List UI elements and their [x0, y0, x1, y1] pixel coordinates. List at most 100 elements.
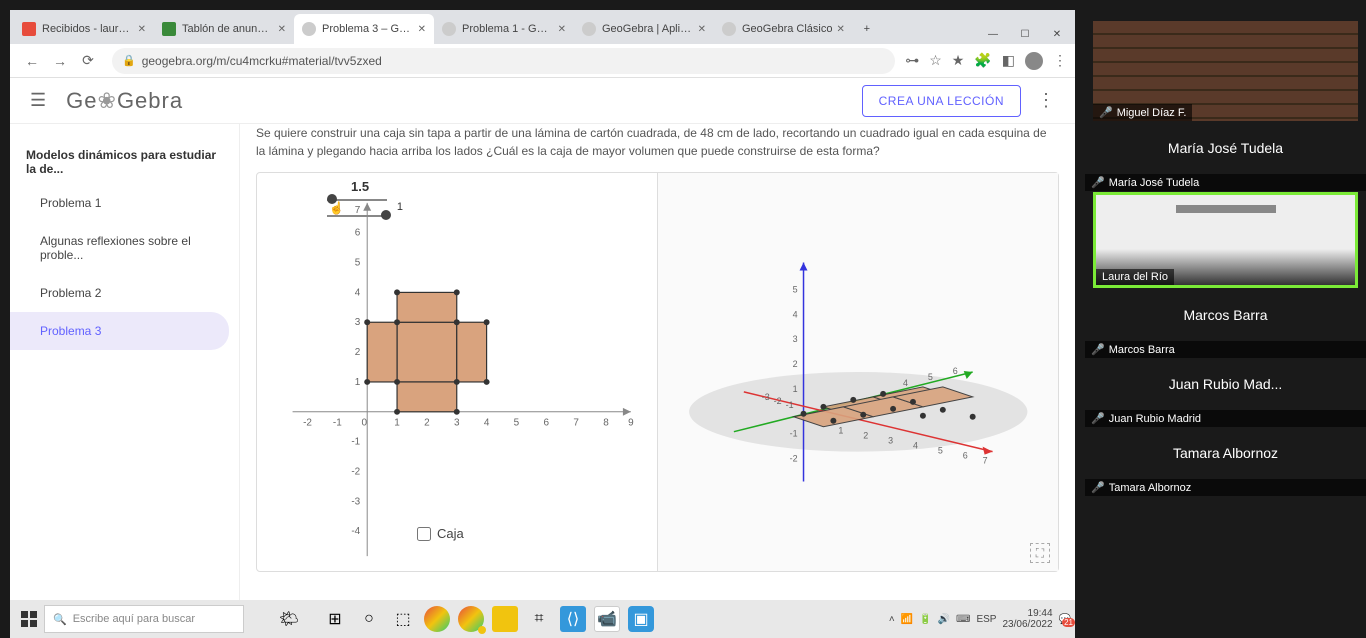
cortana-icon[interactable]: ○ — [356, 606, 382, 632]
sidebar-item-problema-3[interactable]: Problema 3 — [10, 312, 229, 350]
svg-text:5: 5 — [514, 418, 520, 429]
canvas-3d-view[interactable]: 543 21 -1-2 — [658, 173, 1059, 571]
svg-text:-3: -3 — [351, 496, 360, 507]
plot-2d-svg: -2-10 123 456 789 123 4567 — [257, 173, 657, 571]
video-conference-panel: 🎤Miguel Díaz F. María José Tudela 🎤María… — [1085, 0, 1366, 638]
participant-name-maria: María José Tudela — [1085, 122, 1366, 174]
svg-text:-3: -3 — [761, 392, 769, 402]
reload-button[interactable]: ⟳ — [76, 49, 100, 73]
slider-handle[interactable] — [381, 210, 391, 220]
tray-chevron-icon[interactable]: ˄ — [889, 614, 895, 625]
windows-taskbar: 🔍 Escribe aquí para buscar 🌤 ⊞ ○ ⬚ ⌗ ⟨⟩ … — [10, 600, 1075, 638]
tab-problema-3[interactable]: Problema 3 – GeoGeb✕ — [294, 14, 434, 44]
tray-lang[interactable]: ESP — [976, 614, 996, 625]
svg-text:5: 5 — [355, 258, 361, 269]
slider-2[interactable] — [327, 215, 387, 217]
bookmark-icon[interactable]: ☆ — [929, 52, 942, 69]
svg-text:7: 7 — [573, 418, 579, 429]
close-icon[interactable]: ✕ — [698, 24, 706, 35]
close-icon[interactable]: ✕ — [138, 24, 146, 35]
slack-icon[interactable]: ⌗ — [526, 606, 552, 632]
tab-classroom[interactable]: Tablón de anuncios de✕ — [154, 14, 294, 44]
screenshare-icon[interactable]: ⬚ — [390, 606, 416, 632]
zoom-icon[interactable]: ▣ — [628, 606, 654, 632]
slider-1[interactable]: 1 ☝ — [327, 199, 387, 201]
svg-text:1: 1 — [394, 418, 400, 429]
sidebar: Modelos dinámicos para estudiar la de...… — [10, 124, 240, 600]
tab-geogebra-classic[interactable]: GeoGebra Clásico✕ — [714, 14, 853, 44]
create-lesson-button[interactable]: CREA UNA LECCIÓN — [862, 85, 1021, 117]
participant-name-marcos: Marcos Barra — [1085, 289, 1366, 341]
tray-notification-icon[interactable]: 💬21 — [1059, 614, 1071, 625]
sidebar-item-reflexiones[interactable]: Algunas reflexiones sobre el proble... — [10, 222, 239, 274]
new-tab-button[interactable]: + — [853, 14, 881, 44]
panel-icon[interactable]: ◧ — [1002, 52, 1015, 69]
plot-3d-svg: 543 21 -1-2 — [658, 173, 1059, 571]
svg-text:6: 6 — [962, 451, 967, 461]
key-icon[interactable]: ⊶ — [905, 52, 919, 69]
svg-text:2: 2 — [355, 347, 361, 358]
tab-gmail[interactable]: Recibidos - laura.delr✕ — [14, 14, 154, 44]
explorer-icon[interactable] — [492, 606, 518, 632]
chrome-icon[interactable] — [424, 606, 450, 632]
close-icon[interactable]: ✕ — [558, 24, 566, 35]
svg-text:3: 3 — [355, 317, 361, 328]
url-input[interactable]: 🔒 geogebra.org/m/cu4mcrku#material/tvv5z… — [112, 48, 895, 74]
tray-wifi-icon[interactable]: 📶 — [901, 614, 913, 625]
canvas-2d-view[interactable]: 1.5 1 ☝ — [257, 173, 658, 571]
close-icon[interactable]: ✕ — [837, 24, 845, 35]
problem-text: Se quiere construir una caja sin tapa a … — [256, 124, 1059, 172]
close-icon[interactable]: ✕ — [418, 24, 426, 35]
window-close[interactable]: ✕ — [1043, 24, 1071, 44]
hamburger-icon[interactable]: ☰ — [30, 90, 46, 111]
weather-widget[interactable]: 🌤 — [264, 606, 314, 632]
svg-text:-1: -1 — [789, 429, 797, 439]
favorite-icon[interactable]: ★ — [952, 52, 965, 69]
start-button[interactable] — [14, 604, 44, 634]
vscode-icon[interactable]: ⟨⟩ — [560, 606, 586, 632]
chrome-canary-icon[interactable] — [458, 606, 484, 632]
geogebra-canvas[interactable]: 1.5 1 ☝ — [256, 172, 1059, 572]
caja-checkbox-input[interactable] — [417, 527, 431, 541]
mic-muted-icon: 🎤 — [1091, 412, 1105, 425]
system-tray[interactable]: ˄ 📶 🔋 🔊 ⌨ ESP 19:44 23/06/2022 💬21 — [889, 608, 1071, 630]
svg-text:-2: -2 — [303, 418, 312, 429]
svg-text:4: 4 — [484, 418, 490, 429]
tray-keyboard-icon[interactable]: ⌨ — [956, 614, 970, 625]
svg-text:5: 5 — [937, 446, 942, 456]
sidebar-item-problema-2[interactable]: Problema 2 — [10, 274, 239, 312]
geogebra-logo[interactable]: Ge❀Gebra — [66, 88, 183, 114]
tab-geogebra-apps[interactable]: GeoGebra | Aplicacio✕ — [574, 14, 714, 44]
task-view-icon[interactable]: ⊞ — [322, 606, 348, 632]
tab-problema-1[interactable]: Problema 1 - GeoGeb✕ — [434, 14, 574, 44]
menu-icon[interactable]: ⋮ — [1053, 52, 1067, 69]
svg-text:-2: -2 — [773, 396, 781, 406]
caja-checkbox[interactable]: Caja — [417, 526, 464, 541]
tray-clock[interactable]: 19:44 23/06/2022 — [1002, 608, 1052, 630]
close-icon[interactable]: ✕ — [278, 24, 286, 35]
window-minimize[interactable]: — — [979, 24, 1007, 44]
participant-name-tamara: Tamara Albornoz — [1085, 427, 1366, 479]
taskbar-search[interactable]: 🔍 Escribe aquí para buscar — [44, 605, 244, 633]
forward-button[interactable]: → — [48, 49, 72, 73]
search-icon: 🔍 — [53, 613, 67, 626]
avatar-icon[interactable] — [1025, 52, 1043, 70]
extensions-icon[interactable]: 🧩 — [974, 52, 991, 69]
tray-volume-icon[interactable]: 🔊 — [938, 614, 950, 625]
window-maximize[interactable]: ☐ — [1011, 24, 1039, 44]
more-icon[interactable]: ⋮ — [1037, 90, 1055, 111]
fullscreen-icon[interactable]: ⛶ — [1030, 543, 1050, 563]
svg-text:-1: -1 — [351, 437, 360, 448]
video-tile-miguel[interactable]: 🎤Miguel Díaz F. — [1093, 21, 1358, 121]
svg-text:-1: -1 — [785, 400, 793, 410]
mic-muted-icon: 🎤 — [1091, 481, 1105, 494]
tray-battery-icon[interactable]: 🔋 — [919, 614, 931, 625]
svg-text:3: 3 — [888, 436, 893, 446]
video-tile-laura[interactable]: Laura del Río — [1093, 192, 1358, 288]
sidebar-item-problema-1[interactable]: Problema 1 — [10, 184, 239, 222]
svg-text:2: 2 — [424, 418, 430, 429]
svg-text:-2: -2 — [351, 466, 360, 477]
back-button[interactable]: ← — [20, 49, 44, 73]
cursor-hand-icon: ☝ — [329, 201, 344, 215]
meet-icon[interactable]: 📹 — [594, 606, 620, 632]
